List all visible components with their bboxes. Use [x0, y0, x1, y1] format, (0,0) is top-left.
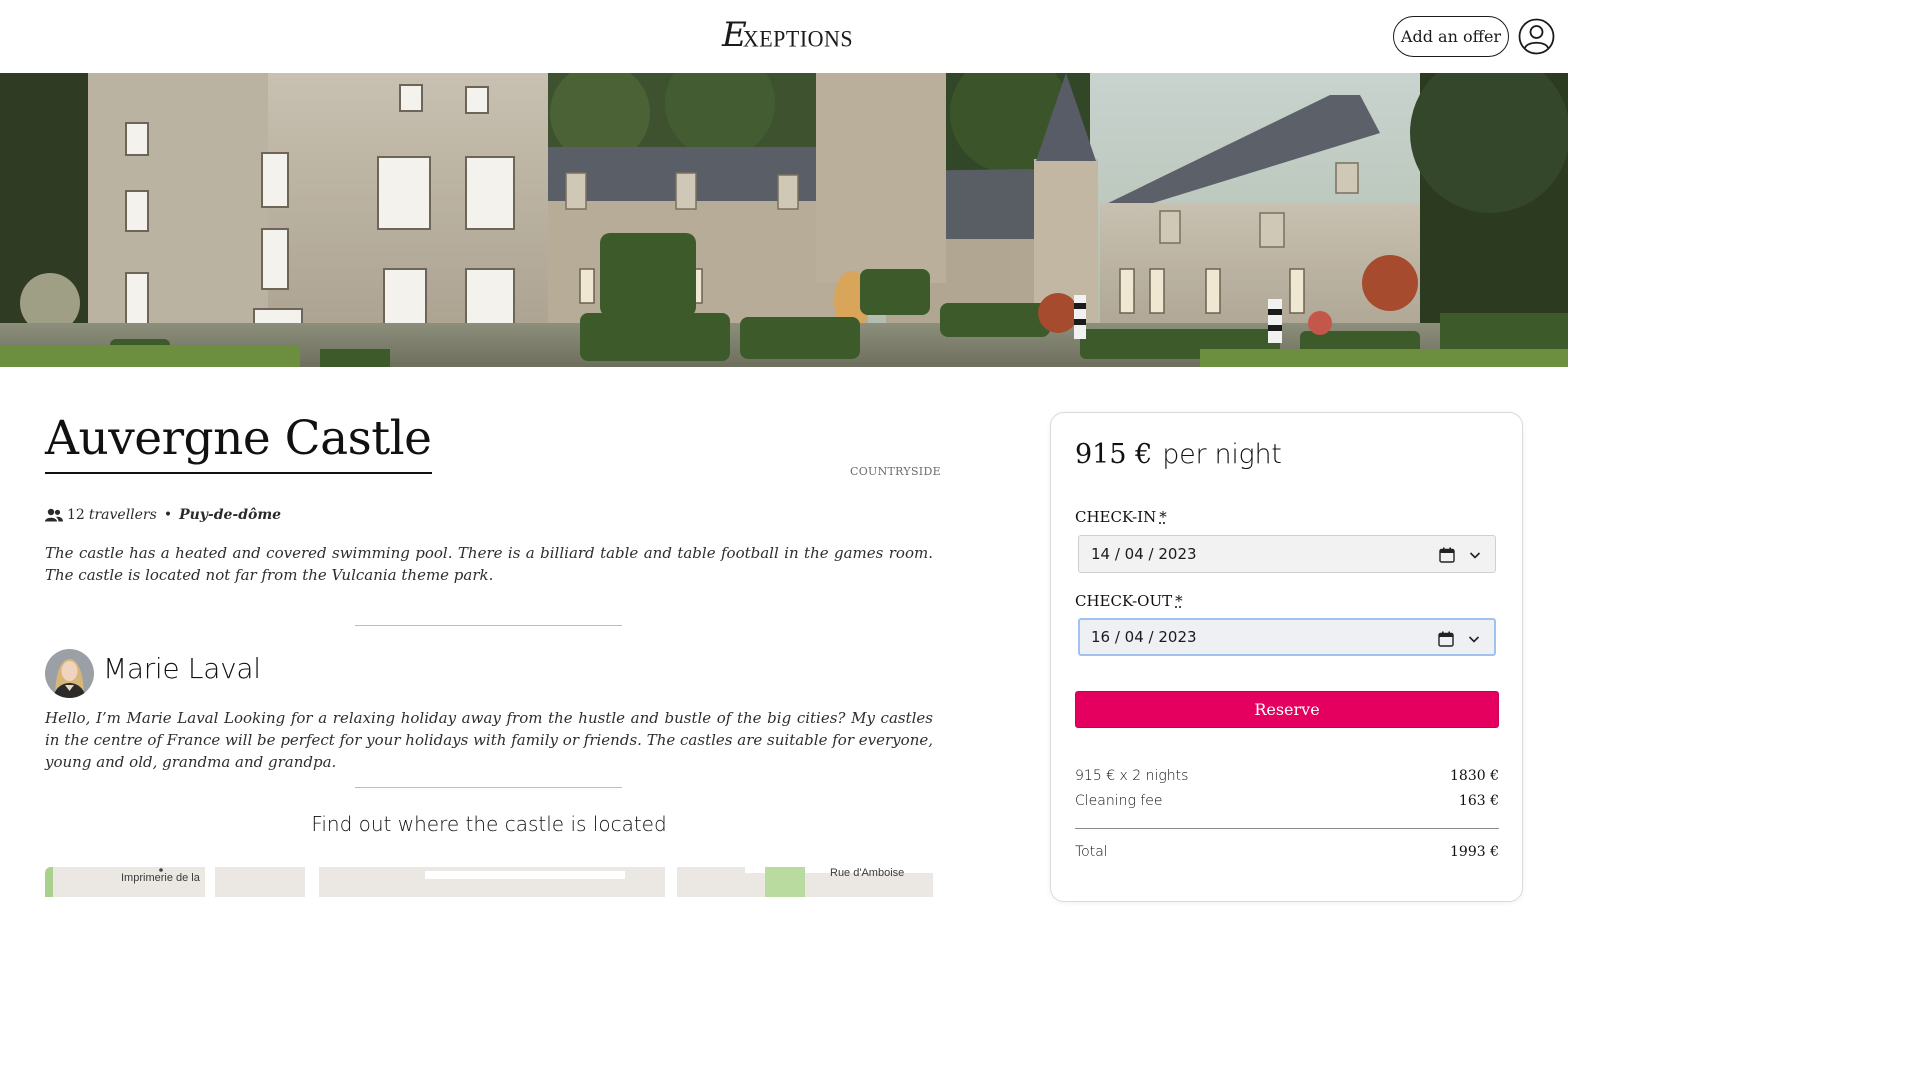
location-label: Puy-de-dôme	[179, 507, 282, 523]
travellers-count: 12	[67, 507, 85, 523]
calendar-icon[interactable]	[1439, 547, 1455, 563]
total-divider	[1075, 828, 1499, 829]
chevron-down-icon[interactable]	[1468, 633, 1480, 645]
map-heading: Find out where the castle is located	[311, 812, 667, 836]
people-icon	[45, 508, 63, 522]
nights-label: 915 € x 2 nights	[1075, 768, 1189, 784]
location-map[interactable]: Imprimerie de la Rue d'Amboise	[45, 867, 933, 897]
category-tag: COUNTRYSIDE	[850, 465, 941, 478]
logo-text: XEPTIONS	[742, 25, 854, 52]
required-mark: *	[1175, 592, 1183, 610]
booking-card: 915 € per night CHECK-IN * 14 / 04 / 2023…	[1050, 412, 1523, 902]
user-circle-icon	[1518, 18, 1555, 55]
cleaning-total: 163 €	[1458, 793, 1499, 809]
host-name: Marie Laval	[103, 652, 261, 685]
section-divider	[355, 625, 622, 626]
total-line-item: Total 1993 €	[1075, 844, 1499, 860]
checkin-date-input[interactable]: 14 / 04 / 2023	[1078, 535, 1496, 573]
nights-line-item: 915 € x 2 nights 1830 €	[1075, 768, 1499, 784]
reserve-button[interactable]: Reserve	[1075, 691, 1499, 728]
checkout-value: 16 / 04 / 2023	[1091, 628, 1197, 646]
chevron-down-icon[interactable]	[1469, 549, 1481, 561]
checkin-label: CHECK-IN *	[1075, 508, 1167, 526]
checkout-label: CHECK-OUT *	[1075, 592, 1183, 610]
travellers-label: travellers	[88, 507, 157, 523]
host-avatar	[45, 649, 94, 698]
host-description: Hello, I’m Marie Laval Looking for a rel…	[45, 709, 933, 771]
cleaning-label: Cleaning fee	[1075, 793, 1163, 809]
top-nav: E XEPTIONS Add an offer	[0, 0, 1568, 73]
map-label-left: Imprimerie de la	[121, 872, 200, 884]
nights-total: 1830 €	[1450, 768, 1499, 784]
checkout-date-input[interactable]: 16 / 04 / 2023	[1078, 618, 1496, 656]
total-value: 1993 €	[1450, 844, 1499, 860]
calendar-icon[interactable]	[1438, 631, 1454, 647]
listing-meta: 12 travellers • Puy-de-dôme	[45, 507, 281, 523]
add-offer-button[interactable]: Add an offer	[1393, 16, 1509, 57]
listing-title: Auvergne Castle	[45, 410, 432, 474]
price-per-night: 915 € per night	[1075, 439, 1282, 470]
section-divider	[355, 787, 622, 788]
meta-separator: •	[163, 507, 173, 523]
checkin-value: 14 / 04 / 2023	[1091, 545, 1197, 563]
checkout-label-text: CHECK-OUT	[1075, 592, 1173, 610]
hero-castle-image	[0, 73, 1568, 367]
map-label-right: Rue d'Amboise	[830, 867, 905, 879]
total-label: Total	[1075, 844, 1108, 860]
listing-description: The castle has a heated and covered swim…	[45, 544, 933, 584]
price-amount: 915 €	[1075, 439, 1153, 470]
cleaning-line-item: Cleaning fee 163 €	[1075, 793, 1499, 809]
exeptions-logo[interactable]: E XEPTIONS	[722, 18, 853, 52]
checkin-label-text: CHECK-IN	[1075, 508, 1157, 526]
price-unit: per night	[1162, 439, 1282, 470]
user-account-button[interactable]	[1518, 18, 1555, 55]
required-mark: *	[1159, 508, 1167, 526]
